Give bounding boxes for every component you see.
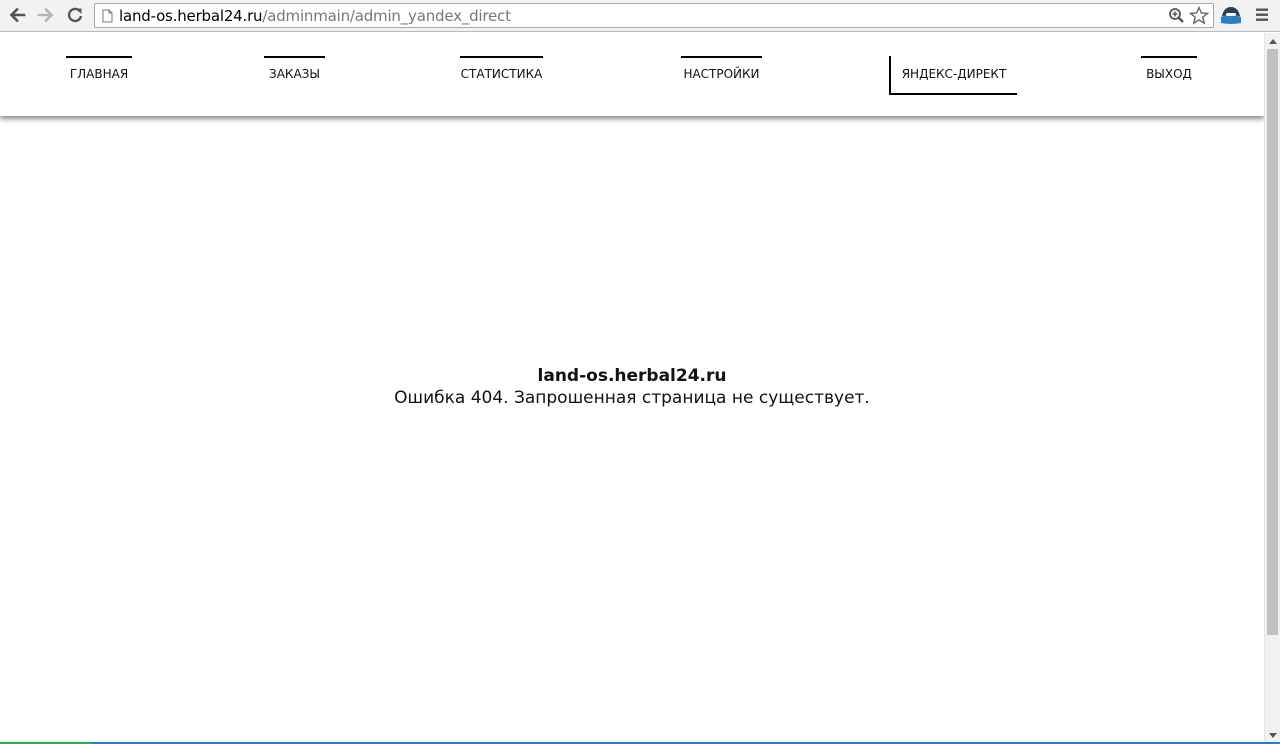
bookmark-star-icon[interactable]: [1189, 6, 1209, 25]
scrollbar-thumb[interactable]: [1267, 49, 1278, 635]
forward-button[interactable]: [34, 4, 58, 26]
nav-item-vyhod[interactable]: ВЫХОД: [1141, 56, 1197, 95]
zoom-icon[interactable]: [1168, 7, 1185, 24]
back-arrow-icon: [9, 7, 26, 23]
vertical-scrollbar[interactable]: [1264, 33, 1280, 742]
address-bar[interactable]: land-os.herbal24.ru/adminmain/admin_yand…: [94, 3, 1214, 28]
scroll-up-icon[interactable]: [1269, 39, 1277, 44]
scroll-down-icon[interactable]: [1269, 733, 1277, 738]
page-icon: [102, 9, 113, 23]
nav-item-glavnaya[interactable]: ГЛАВНАЯ: [66, 56, 132, 95]
url-path: /adminmain/admin_yandex_direct: [262, 7, 511, 25]
back-button[interactable]: [5, 4, 29, 26]
url-text: land-os.herbal24.ru/adminmain/admin_yand…: [119, 7, 511, 25]
nav-item-statistika[interactable]: СТАТИСТИКА: [460, 56, 543, 95]
forward-arrow-icon: [37, 7, 54, 23]
reload-button[interactable]: [63, 4, 87, 26]
page-viewport: ГЛАВНАЯ ЗАКАЗЫ СТАТИСТИКА НАСТРОЙКИ ЯНДЕ…: [0, 33, 1264, 742]
hamburger-menu-icon[interactable]: [1254, 7, 1270, 23]
nav-item-nastroyki[interactable]: НАСТРОЙКИ: [681, 56, 762, 95]
error-block: land-os.herbal24.ru Ошибка 404. Запрошен…: [0, 365, 1264, 409]
extension-icon[interactable]: [1220, 4, 1242, 26]
reload-icon: [67, 7, 83, 23]
error-host: land-os.herbal24.ru: [537, 366, 727, 386]
error-message: Ошибка 404. Запрошенная страница не суще…: [394, 388, 870, 408]
admin-nav: ГЛАВНАЯ ЗАКАЗЫ СТАТИСТИКА НАСТРОЙКИ ЯНДЕ…: [0, 33, 1264, 116]
browser-toolbar: land-os.herbal24.ru/adminmain/admin_yand…: [0, 0, 1280, 32]
url-host: land-os.herbal24.ru: [119, 7, 263, 25]
nav-item-zakazy[interactable]: ЗАКАЗЫ: [264, 56, 325, 95]
nav-item-yandex-direct[interactable]: ЯНДЕКС-ДИРЕКТ: [889, 56, 1017, 95]
